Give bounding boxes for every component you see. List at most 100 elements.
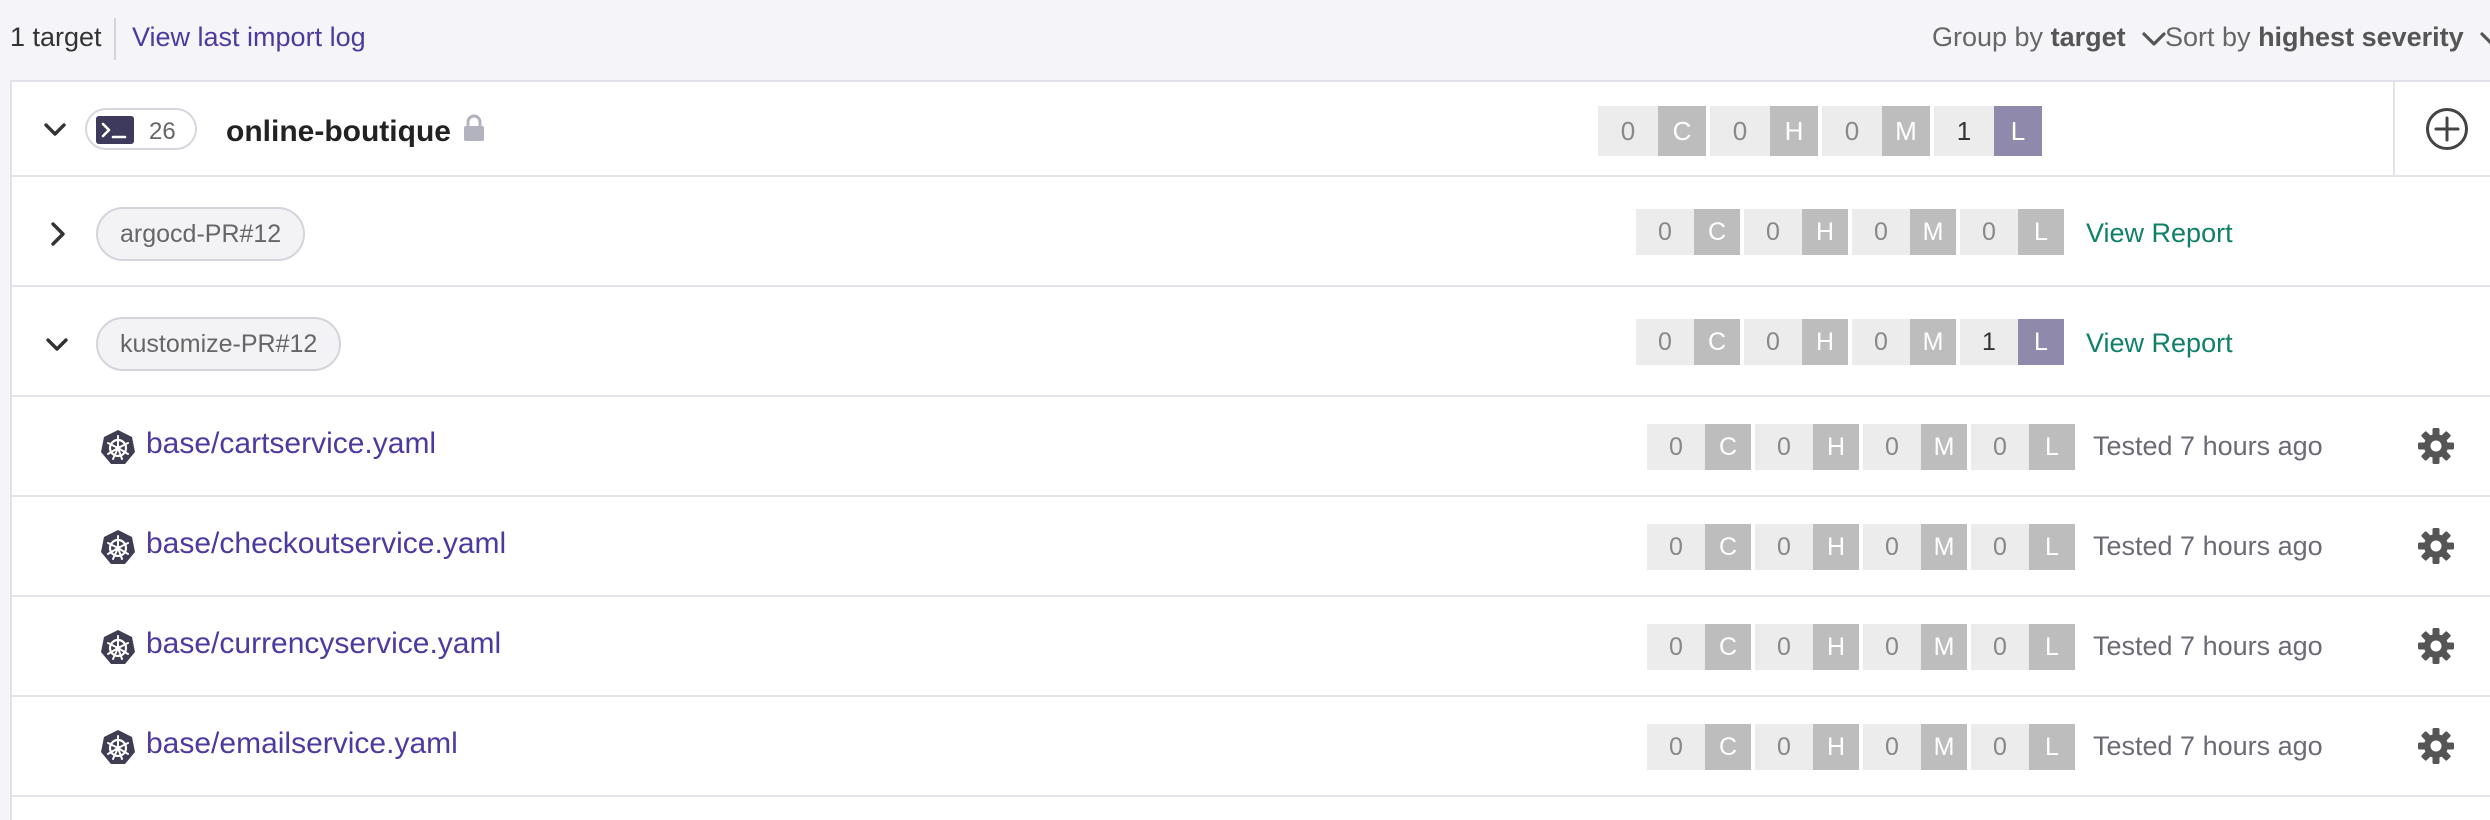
target-count: 1 target [10, 22, 102, 52]
medium-label: M [1921, 524, 1967, 570]
high-count: 0 [1755, 424, 1813, 470]
tested-timestamp: Tested 7 hours ago [2093, 431, 2323, 461]
sort-by-prefix: Sort by [2165, 22, 2251, 52]
high-count: 0 [1744, 209, 1802, 255]
low-label: L [2029, 724, 2075, 770]
plus-circle-icon[interactable] [2424, 106, 2470, 152]
medium-count: 0 [1863, 524, 1921, 570]
collapse-project-chevron-down-icon[interactable] [42, 117, 68, 143]
kubernetes-icon [101, 730, 135, 764]
critical-count: 0 [1598, 106, 1658, 156]
sort-by-value: highest severity [2258, 22, 2464, 52]
chevron-down-icon [2480, 32, 2490, 44]
file-link[interactable]: base/checkoutservice.yaml [146, 527, 506, 561]
critical-label: C [1705, 524, 1751, 570]
high-label: H [1813, 424, 1859, 470]
view-report-link[interactable]: View Report [2086, 328, 2233, 359]
medium-label: M [1882, 106, 1930, 156]
file-row: base/emailservice.yaml 0 C 0 H 0 M 0 L T… [12, 697, 2490, 797]
high-count: 0 [1755, 724, 1813, 770]
gear-icon[interactable] [2416, 526, 2456, 566]
gear-icon[interactable] [2416, 626, 2456, 666]
medium-count: 0 [1863, 724, 1921, 770]
target-name-pill: kustomize-PR#12 [96, 317, 342, 371]
project-panel: 26 online-boutique 0 C 0 H 0 M 1 L argoc… [10, 80, 2490, 820]
group-by-prefix: Group by [1932, 22, 2044, 52]
low-label: L [2018, 209, 2064, 255]
medium-count: 0 [1852, 209, 1910, 255]
group-by-value: target [2050, 22, 2126, 52]
critical-count: 0 [1647, 624, 1705, 670]
file-severity-badges: 0 C 0 H 0 M 0 L [1647, 724, 2075, 770]
group-by-dropdown[interactable]: Group by target [1932, 22, 2167, 53]
low-label: L [1994, 106, 2042, 156]
critical-count: 0 [1647, 724, 1705, 770]
high-count: 0 [1710, 106, 1770, 156]
gear-icon[interactable] [2416, 726, 2456, 766]
project-severity-badges: 0 C 0 H 0 M 1 L [1598, 106, 2042, 156]
high-label: H [1802, 209, 1848, 255]
view-report-link[interactable]: View Report [2086, 218, 2233, 249]
file-link[interactable]: base/emailservice.yaml [146, 727, 458, 761]
critical-count: 0 [1636, 209, 1694, 255]
tested-timestamp: Tested 7 hours ago [2093, 631, 2323, 661]
low-count: 0 [1971, 424, 2029, 470]
medium-label: M [1921, 724, 1967, 770]
low-count: 1 [1934, 106, 1994, 156]
target-row: kustomize-PR#12 0 C 0 H 0 M 1 L View Rep… [12, 287, 2490, 397]
low-label: L [2029, 424, 2075, 470]
file-link[interactable]: base/currencyservice.yaml [146, 627, 501, 661]
file-row: base/checkoutservice.yaml 0 C 0 H 0 M 0 … [12, 497, 2490, 597]
kubernetes-icon [101, 430, 135, 464]
kubernetes-icon [101, 530, 135, 564]
view-import-log-link[interactable]: View last import log [132, 22, 366, 53]
high-count: 0 [1744, 319, 1802, 365]
file-row: base/currencyservice.yaml 0 C 0 H 0 M 0 … [12, 597, 2490, 697]
critical-label: C [1705, 724, 1751, 770]
medium-label: M [1921, 624, 1967, 670]
medium-label: M [1910, 319, 1956, 365]
lock-icon [464, 114, 484, 141]
chevron-down-icon [2142, 32, 2166, 46]
critical-label: C [1658, 106, 1706, 156]
toolbar-divider [114, 18, 116, 60]
critical-count: 0 [1647, 524, 1705, 570]
critical-label: C [1694, 319, 1740, 365]
medium-count: 0 [1852, 319, 1910, 365]
low-count: 0 [1971, 724, 2029, 770]
terminal-icon [96, 116, 134, 144]
project-issue-count: 26 [149, 118, 176, 145]
file-severity-badges: 0 C 0 H 0 M 0 L [1647, 424, 2075, 470]
critical-label: C [1705, 424, 1751, 470]
medium-count: 0 [1863, 624, 1921, 670]
file-link[interactable]: base/cartservice.yaml [146, 427, 436, 461]
low-label: L [2018, 319, 2064, 365]
low-label: L [2029, 524, 2075, 570]
low-label: L [2029, 624, 2075, 670]
project-issues-pill: 26 [85, 108, 197, 150]
file-severity-badges: 0 C 0 H 0 M 0 L [1647, 524, 2075, 570]
medium-count: 0 [1863, 424, 1921, 470]
high-label: H [1813, 624, 1859, 670]
file-row: base/cartservice.yaml 0 C 0 H 0 M 0 L Te… [12, 397, 2490, 497]
high-count: 0 [1755, 524, 1813, 570]
collapse-target-chevron-down-icon[interactable] [44, 332, 70, 358]
critical-label: C [1705, 624, 1751, 670]
sort-by-dropdown[interactable]: Sort by highest severity [2165, 22, 2490, 53]
expand-target-chevron-right-icon[interactable] [46, 220, 70, 248]
high-label: H [1813, 524, 1859, 570]
medium-label: M [1921, 424, 1967, 470]
high-label: H [1802, 319, 1848, 365]
gear-icon[interactable] [2416, 426, 2456, 466]
target-name-pill: argocd-PR#12 [96, 207, 306, 261]
file-severity-badges: 0 C 0 H 0 M 0 L [1647, 624, 2075, 670]
critical-label: C [1694, 209, 1740, 255]
target-row: argocd-PR#12 0 C 0 H 0 M 0 L View Report [12, 177, 2490, 287]
target-severity-badges: 0 C 0 H 0 M 0 L [1636, 209, 2064, 255]
high-label: H [1770, 106, 1818, 156]
low-count: 1 [1960, 319, 2018, 365]
critical-count: 0 [1636, 319, 1694, 365]
high-count: 0 [1755, 624, 1813, 670]
low-count: 0 [1960, 209, 2018, 255]
kubernetes-icon [101, 630, 135, 664]
